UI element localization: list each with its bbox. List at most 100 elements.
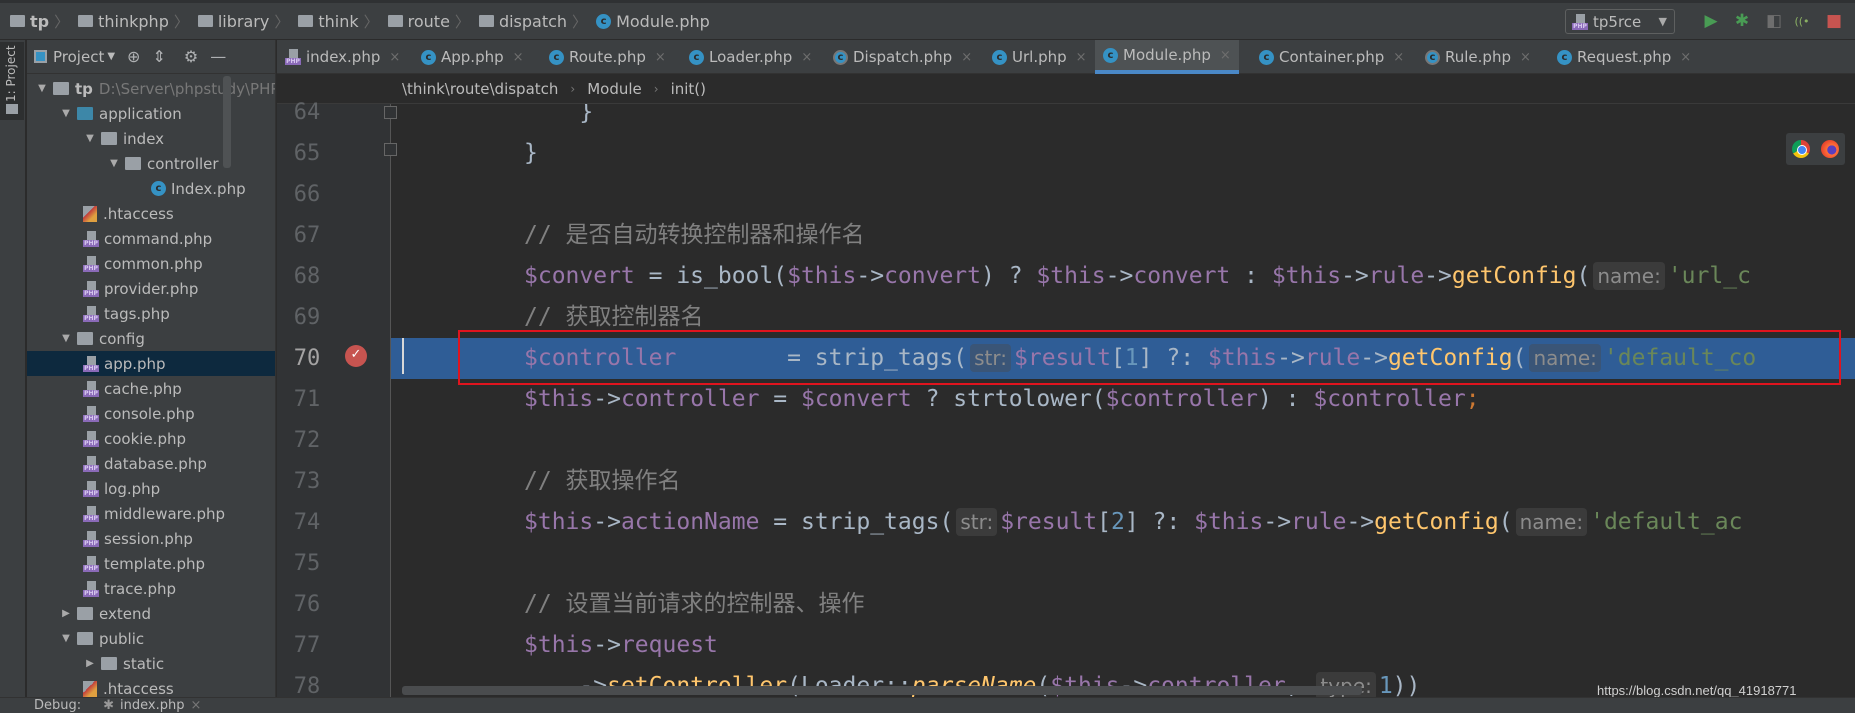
close-tab-icon[interactable]: ×	[1220, 48, 1231, 63]
close-tab-icon[interactable]: ×	[513, 50, 524, 65]
listen-debug-button[interactable]: ((•	[1791, 10, 1813, 32]
tree-item[interactable]: database.php	[27, 451, 275, 476]
tree-item[interactable]: ▼ public	[27, 626, 275, 651]
close-icon[interactable]: ×	[191, 698, 202, 713]
code-breadcrumb-item[interactable]: Module	[587, 80, 642, 98]
run-configuration-dropdown[interactable]: tp5rce ▼	[1565, 9, 1675, 34]
locate-icon[interactable]: ⊕	[127, 47, 140, 66]
close-tab-icon[interactable]: ×	[655, 50, 666, 65]
tree-item[interactable]: app.php	[27, 351, 275, 376]
code-line[interactable]: }	[391, 104, 1855, 133]
tab-module[interactable]: c Module.php ×	[1095, 40, 1239, 74]
tree-item[interactable]: cookie.php	[27, 426, 275, 451]
collapsed-arrow-icon[interactable]: ▶	[59, 608, 73, 619]
close-tab-icon[interactable]: ×	[1520, 50, 1531, 65]
expanded-arrow-icon[interactable]: ▼	[59, 633, 73, 644]
breadcrumb-item[interactable]: think 〉	[298, 11, 383, 32]
tree-item[interactable]: tags.php	[27, 301, 275, 326]
expanded-arrow-icon[interactable]: ▼	[107, 158, 121, 169]
tab-container[interactable]: c Container.php ×	[1251, 40, 1412, 74]
tree-item[interactable]: middleware.php	[27, 501, 275, 526]
tree-item[interactable]: ▶ static	[27, 651, 275, 676]
tree-item[interactable]: common.php	[27, 251, 275, 276]
close-tab-icon[interactable]: ×	[961, 50, 972, 65]
gear-icon[interactable]: ⚙	[184, 47, 198, 66]
tree-item[interactable]: ▼ index	[27, 126, 275, 151]
code-line[interactable]: $this->actionName = strip_tags(str: $resu…	[391, 502, 1855, 543]
code-editor[interactable]: }} // 是否自动转换控制器和操作名 $convert = is_bool($th…	[391, 104, 1855, 697]
tree-item[interactable]: c Index.php	[27, 176, 275, 201]
run-button[interactable]: ▶	[1700, 10, 1722, 32]
expanded-arrow-icon[interactable]: ▼	[59, 333, 73, 344]
code-line[interactable]: $this->request	[391, 625, 1855, 666]
code-line[interactable]: $this->controller = $convert ? strtolowe…	[391, 379, 1855, 420]
close-tab-icon[interactable]: ×	[1393, 50, 1404, 65]
firefox-icon[interactable]	[1821, 140, 1840, 158]
code-line[interactable]: // 设置当前请求的控制器、操作	[391, 584, 1855, 625]
project-scrollbar[interactable]	[223, 76, 231, 168]
tab-app[interactable]: c App.php ×	[413, 40, 532, 74]
tab-index[interactable]: index.php ×	[277, 40, 408, 74]
collapse-all-icon[interactable]: ⇕	[152, 47, 165, 66]
breadcrumb-item[interactable]: library 〉	[197, 11, 295, 32]
code-breadcrumb-item[interactable]: \think\route\dispatch	[402, 80, 558, 98]
tab-rule[interactable]: c Rule.php ×	[1417, 40, 1539, 74]
tree-item[interactable]: .htaccess	[27, 676, 275, 697]
tree-item[interactable]: template.php	[27, 551, 275, 576]
tab-request[interactable]: c Request.php ×	[1549, 40, 1699, 74]
tree-item[interactable]: ▼ controller	[27, 151, 275, 176]
tree-item[interactable]: cache.php	[27, 376, 275, 401]
stop-button[interactable]: ■	[1823, 10, 1845, 32]
tree-item[interactable]: ▼ config	[27, 326, 275, 351]
fold-end-icon[interactable]	[384, 143, 397, 156]
breadcrumb-item[interactable]: tp 〉	[10, 11, 74, 32]
collapsed-arrow-icon[interactable]: ▶	[83, 658, 97, 669]
chrome-icon[interactable]	[1791, 140, 1810, 158]
chevron-right-icon: 〉	[572, 12, 588, 31]
tree-item[interactable]: log.php	[27, 476, 275, 501]
tab-dispatch[interactable]: c Dispatch.php ×	[825, 40, 980, 74]
editor-horizontal-scrollbar[interactable]	[402, 686, 1362, 695]
chevron-down-icon[interactable]: ▼	[107, 51, 115, 62]
code-line[interactable]: // 获取操作名	[391, 461, 1855, 502]
code-line[interactable]: $convert = is_bool($this->convert) ? $th…	[391, 256, 1855, 297]
tab-route[interactable]: c Route.php ×	[541, 40, 674, 74]
expanded-arrow-icon[interactable]: ▼	[59, 108, 73, 119]
close-tab-icon[interactable]: ×	[389, 50, 400, 65]
hide-icon[interactable]: —	[210, 47, 226, 66]
code-token: rule	[1291, 509, 1347, 535]
code-line[interactable]	[391, 420, 1855, 461]
breadcrumb-item[interactable]: c Module.php	[596, 12, 710, 31]
debug-button[interactable]: ✱	[1731, 10, 1753, 32]
coverage-button[interactable]: ◧	[1763, 10, 1785, 32]
code-line[interactable]	[391, 174, 1855, 215]
tab-url[interactable]: c Url.php ×	[984, 40, 1095, 74]
tree-item[interactable]: command.php	[27, 226, 275, 251]
tree-item[interactable]: trace.php	[27, 576, 275, 601]
tree-item[interactable]: console.php	[27, 401, 275, 426]
tree-item[interactable]: session.php	[27, 526, 275, 551]
breadcrumb-item[interactable]: dispatch 〉	[478, 11, 592, 32]
tree-item[interactable]: provider.php	[27, 276, 275, 301]
close-tab-icon[interactable]: ×	[1680, 50, 1691, 65]
project-view-selector[interactable]: Project	[53, 48, 104, 66]
code-breadcrumb-item[interactable]: init()	[671, 80, 706, 98]
code-line[interactable]: // 是否自动转换控制器和操作名	[391, 215, 1855, 256]
expanded-arrow-icon[interactable]: ▼	[83, 133, 97, 144]
code-line[interactable]	[391, 543, 1855, 584]
tree-item[interactable]: ▶ extend	[27, 601, 275, 626]
close-tab-icon[interactable]: ×	[1076, 50, 1087, 65]
tree-item[interactable]: ▼ application	[27, 101, 275, 126]
debug-session-tab[interactable]: index.php	[120, 698, 184, 713]
tab-loader[interactable]: c Loader.php ×	[681, 40, 820, 74]
breadcrumb-item[interactable]: thinkphp 〉	[78, 11, 194, 32]
project-tool-tab[interactable]: 1: Project	[0, 42, 24, 120]
code-line[interactable]: }	[391, 133, 1855, 174]
breadcrumb-item[interactable]: route 〉	[387, 11, 475, 32]
expanded-arrow-icon[interactable]: ▼	[35, 83, 49, 94]
close-tab-icon[interactable]: ×	[801, 50, 812, 65]
tree-item[interactable]: .htaccess	[27, 201, 275, 226]
tree-item[interactable]: ▼ tp D:\Server\phpstudy\PHP	[27, 76, 275, 101]
breakpoint-icon[interactable]: ✓	[345, 345, 367, 367]
fold-end-icon[interactable]	[384, 106, 397, 119]
